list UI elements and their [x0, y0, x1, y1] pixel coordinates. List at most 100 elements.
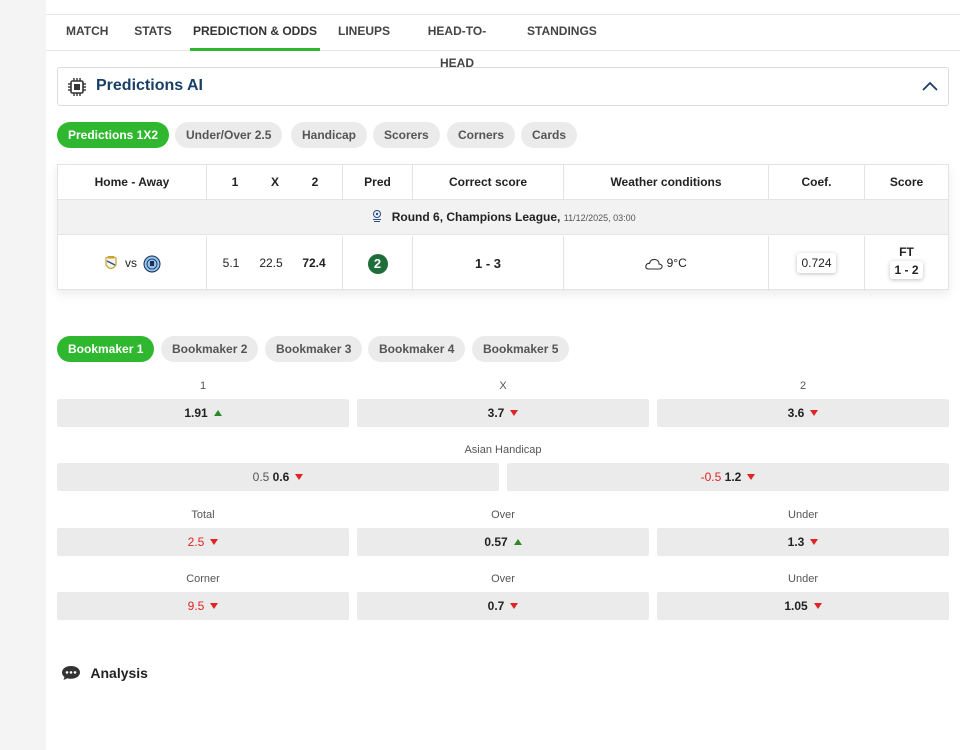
main-content: MATCH STATS PREDICTION & ODDS LINEUPS HE…: [46, 0, 960, 750]
total-under: 1.3: [787, 535, 805, 549]
odds-draw: 3.7: [487, 406, 505, 420]
home-team-logo-icon: [105, 255, 117, 269]
col-home-away: Home - Away: [94, 175, 170, 189]
total-label: Total: [191, 509, 215, 521]
weather-cell: 9°C: [564, 236, 768, 291]
pill-bookmaker-5[interactable]: Bookmaker 5: [472, 336, 570, 362]
ai-chip-icon: [68, 78, 86, 96]
total-over-cell[interactable]: 0.57: [357, 528, 649, 556]
score-cell: FT 1 - 2: [865, 236, 948, 291]
odds-draw-cell[interactable]: 3.7: [357, 399, 649, 427]
ah-home-cell[interactable]: 0.5 0.6: [57, 463, 499, 491]
prob-home: 5.1: [222, 256, 240, 270]
pill-cards[interactable]: Cards: [521, 122, 578, 148]
away-team-logo-icon: [143, 255, 161, 273]
total-line: 2.5: [187, 535, 205, 549]
cloud-icon: [645, 258, 663, 270]
arrow-down-icon: [747, 474, 756, 480]
tab-standings[interactable]: STANDINGS: [527, 15, 597, 51]
ah-away-value: 1.2: [724, 470, 742, 484]
col-coef: Coef.: [801, 175, 832, 189]
pill-scorers[interactable]: Scorers: [373, 122, 440, 148]
asian-handicap-label: Asian Handicap: [464, 444, 542, 456]
tab-prediction-odds[interactable]: PREDICTION & ODDS: [190, 15, 320, 51]
coef-value: 0.724: [797, 253, 836, 273]
odds-away-cell[interactable]: 3.6: [657, 399, 949, 427]
final-score: 1 - 2: [890, 261, 922, 279]
prob-draw: 22.5: [259, 256, 283, 270]
corner-line: 9.5: [187, 599, 205, 613]
tab-head-to-head[interactable]: HEAD-TO-HEAD: [415, 15, 499, 70]
predictions-table: Home - Away 1 X 2 Pred Correct score Wea…: [57, 164, 949, 291]
pill-handicap[interactable]: Handicap: [291, 122, 368, 148]
arrow-down-icon: [295, 474, 304, 480]
odds-label-2: 2: [799, 380, 807, 392]
divider: [342, 165, 343, 200]
corner-label: Corner: [186, 573, 220, 585]
total-under-label: Under: [788, 509, 818, 521]
divider: [206, 165, 207, 200]
divider: [412, 165, 413, 200]
ah-away-cell[interactable]: -0.5 1.2: [507, 463, 949, 491]
pill-under-over[interactable]: Under/Over 2.5: [175, 122, 283, 148]
divider: [768, 165, 769, 200]
predictions-title: Predictions AI: [96, 77, 203, 94]
corner-under-label: Under: [788, 573, 818, 585]
odds-label-1: 1: [199, 380, 207, 392]
arrow-down-icon: [210, 603, 219, 609]
chevron-up-icon[interactable]: [922, 80, 938, 92]
col-x: X: [270, 175, 279, 189]
pill-bookmaker-4[interactable]: Bookmaker 4: [368, 336, 466, 362]
round-row: Round 6, Champions League, 11/12/2025, 0…: [58, 200, 948, 235]
ah-home-value: 0.6: [272, 470, 290, 484]
odds-away: 3.6: [787, 406, 805, 420]
odds-home-cell[interactable]: 1.91: [57, 399, 349, 427]
odds-home: 1.91: [184, 406, 208, 420]
match-tabs: MATCH STATS PREDICTION & ODDS LINEUPS HE…: [46, 15, 960, 70]
corner-over-cell[interactable]: 0.7: [357, 592, 649, 620]
total-over-label: Over: [491, 509, 515, 521]
corner-under-cell[interactable]: 1.05: [657, 592, 949, 620]
champions-league-icon: [373, 210, 382, 222]
arrow-down-icon: [210, 539, 219, 545]
total-under-cell[interactable]: 1.3: [657, 528, 949, 556]
total-over: 0.57: [484, 535, 508, 549]
arrow-up-icon: [513, 539, 522, 545]
col-2: 2: [311, 175, 319, 189]
corner-over: 0.7: [487, 599, 505, 613]
analysis-heading: Analysis: [61, 665, 148, 681]
corner-over-label: Over: [491, 573, 515, 585]
divider: [864, 165, 865, 200]
predictions-panel-header[interactable]: Predictions AI: [57, 67, 949, 106]
pill-bookmaker-1[interactable]: Bookmaker 1: [57, 336, 155, 362]
arrow-down-icon: [810, 539, 819, 545]
match-datetime: 11/12/2025, 03:00: [563, 213, 636, 223]
pill-predictions-1x2[interactable]: Predictions 1X2: [57, 122, 170, 148]
pill-corners[interactable]: Corners: [447, 122, 516, 148]
prob-away: 72.4: [302, 256, 326, 270]
ah-away-line: -0.5: [700, 470, 722, 484]
tab-lineups[interactable]: LINEUPS: [338, 15, 390, 51]
ah-home-line: 0.5: [252, 470, 270, 484]
arrow-up-icon: [213, 410, 222, 416]
pred-cell: 2: [343, 236, 412, 291]
col-weather: Weather conditions: [610, 175, 722, 189]
pill-bookmaker-2[interactable]: Bookmaker 2: [161, 336, 259, 362]
col-1: 1: [231, 175, 239, 189]
prediction-badge: 2: [367, 253, 388, 274]
correct-score-value: 1 - 3: [474, 256, 501, 271]
tab-stats[interactable]: STATS: [134, 15, 172, 51]
pill-bookmaker-3[interactable]: Bookmaker 3: [265, 336, 363, 362]
arrow-down-icon: [813, 603, 822, 609]
round-title: Round 6, Champions League,: [391, 210, 561, 224]
col-score: Score: [889, 175, 924, 189]
total-line-cell[interactable]: 2.5: [57, 528, 349, 556]
coef-cell: 0.724: [769, 236, 864, 291]
col-pred: Pred: [364, 175, 391, 189]
weather-temp: 9°C: [666, 256, 687, 270]
tab-match[interactable]: MATCH: [66, 15, 108, 51]
corner-line-cell[interactable]: 9.5: [57, 592, 349, 620]
match-status: FT: [899, 245, 914, 259]
match-teams[interactable]: vs: [58, 236, 206, 291]
chat-bubble-icon: [62, 666, 80, 680]
